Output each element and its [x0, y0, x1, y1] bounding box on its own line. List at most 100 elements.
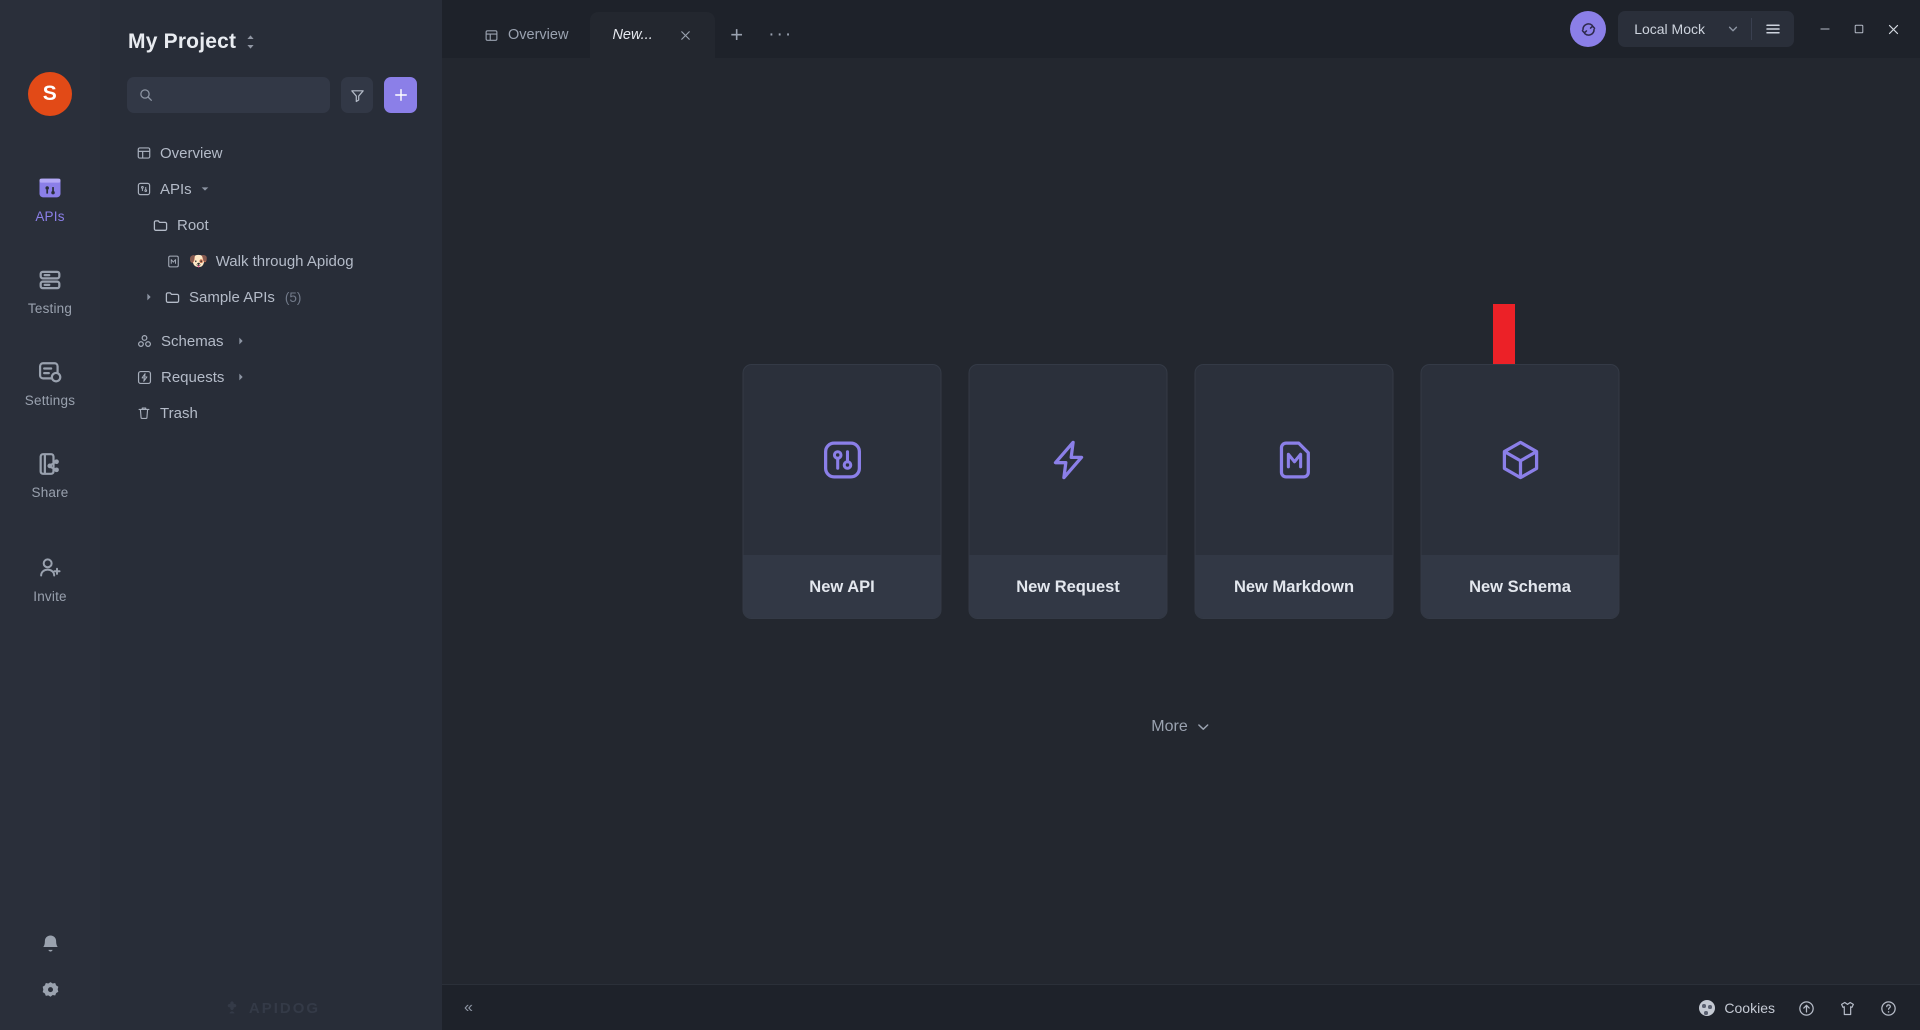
lightning-icon — [1045, 437, 1091, 483]
content-area: New API New Request New Markdown New Sch… — [442, 58, 1920, 984]
collapse-sidebar-button[interactable]: « — [464, 999, 473, 1017]
tree-item-count: (5) — [284, 289, 302, 305]
rail-item-label: Settings — [24, 393, 76, 408]
dog-emoji: 🐶 — [189, 253, 208, 270]
help-circle-icon[interactable] — [1879, 999, 1898, 1018]
apidog-watermark-label: APIDOG — [248, 999, 321, 1017]
tree-item-apis[interactable]: APIs — [114, 171, 420, 207]
hamburger-icon — [1764, 20, 1782, 38]
window-close-button[interactable] — [1878, 14, 1908, 44]
avatar[interactable]: S — [28, 72, 72, 116]
new-tab-button[interactable]: + — [715, 12, 759, 58]
more-button[interactable]: More — [1151, 718, 1210, 736]
bell-icon[interactable] — [38, 932, 63, 957]
status-right-group: Cookies — [1699, 985, 1898, 1030]
refresh-icon — [1579, 20, 1598, 39]
plus-icon — [392, 86, 410, 104]
tab-new[interactable]: New... — [590, 12, 715, 58]
main-area: Overview New... + ··· Local Mock New API… — [442, 0, 1920, 1030]
settings-icon — [36, 358, 64, 386]
schemas-icon — [136, 333, 153, 350]
search-row — [100, 54, 442, 113]
rail-item-label: Invite — [33, 589, 67, 604]
chevron-down-icon[interactable] — [200, 184, 210, 194]
shirt-icon[interactable] — [1838, 999, 1857, 1018]
window-maximize-button[interactable] — [1844, 14, 1874, 44]
cookies-label: Cookies — [1724, 1000, 1775, 1016]
card-new-schema[interactable]: New Schema — [1420, 364, 1620, 619]
rail-item-label: Share — [31, 485, 69, 500]
rail-item-settings[interactable]: Settings — [0, 348, 100, 414]
environment-dropdown[interactable]: Local Mock — [1618, 21, 1751, 37]
search-input[interactable] — [161, 87, 319, 103]
chevron-right-icon[interactable] — [236, 372, 246, 382]
tab-bar: Overview New... + ··· Local Mock — [442, 0, 1920, 58]
refresh-button[interactable] — [1570, 11, 1607, 47]
rail-item-label: APIs — [35, 209, 65, 224]
filter-button[interactable] — [340, 77, 374, 113]
apidog-watermark: APIDOG — [100, 986, 442, 1030]
requests-icon — [136, 369, 153, 386]
tree-item-overview[interactable]: Overview — [114, 135, 420, 171]
left-rail: S APIs Testing Settings Share Invite — [0, 0, 100, 1030]
apis-icon — [36, 174, 64, 202]
tree-item-label: Sample APIs — [189, 288, 275, 306]
tree-item-label: Trash — [160, 404, 198, 422]
card-new-request[interactable]: New Request — [968, 364, 1168, 619]
tab-overflow-button[interactable]: ··· — [759, 12, 803, 58]
folder-icon — [164, 289, 181, 306]
tree-item-label: Schemas — [161, 332, 224, 350]
share-icon — [36, 450, 64, 478]
search-icon — [138, 87, 154, 103]
search-box[interactable] — [127, 77, 330, 113]
rail-item-testing[interactable]: Testing — [0, 256, 100, 322]
more-label: More — [1151, 718, 1188, 735]
card-label: New Schema — [1421, 555, 1619, 618]
chevron-down-icon — [1727, 23, 1739, 35]
tree-item-label: Walk through Apidog — [215, 252, 354, 270]
tree-item-label: Requests — [161, 368, 225, 386]
gear-icon[interactable] — [38, 979, 63, 1004]
add-button[interactable] — [384, 77, 417, 113]
card-label: New API — [743, 555, 941, 618]
close-icon[interactable] — [678, 28, 693, 43]
cookies-button[interactable]: Cookies — [1699, 1000, 1775, 1016]
tab-label: Overview — [508, 27, 569, 43]
card-new-api[interactable]: New API — [742, 364, 942, 619]
card-label: New Request — [969, 555, 1167, 618]
new-api-icon — [819, 437, 865, 483]
tree-item-root[interactable]: Root — [114, 207, 420, 243]
rail-items: APIs Testing Settings Share Invite — [0, 164, 100, 636]
tree-item-requests[interactable]: Requests — [114, 359, 420, 395]
tree-item-trash[interactable]: Trash — [114, 395, 420, 431]
rail-item-apis[interactable]: APIs — [0, 164, 100, 230]
tree-item-label: Overview — [160, 144, 223, 162]
new-item-cards: New API New Request New Markdown New Sch… — [742, 364, 1620, 619]
window-minimize-button[interactable] — [1810, 14, 1840, 44]
chevron-right-icon[interactable] — [144, 292, 154, 302]
tree-item-schemas[interactable]: Schemas — [114, 323, 420, 359]
trash-icon — [136, 405, 152, 421]
markdown-m-icon — [1271, 437, 1317, 483]
card-new-markdown[interactable]: New Markdown — [1194, 364, 1394, 619]
cube-icon — [1497, 437, 1543, 483]
tab-overview[interactable]: Overview — [462, 12, 590, 58]
testing-icon — [36, 266, 64, 294]
cookie-icon — [1699, 1000, 1716, 1016]
filter-icon — [349, 87, 366, 104]
upload-circle-icon[interactable] — [1797, 999, 1816, 1018]
rail-item-invite[interactable]: Invite — [0, 544, 100, 610]
apis-small-icon — [136, 181, 152, 197]
overview-icon — [136, 145, 152, 161]
tree-item-walk-through-apidog[interactable]: 🐶 Walk through Apidog — [114, 243, 420, 279]
tree-item-sample-apis[interactable]: Sample APIs (5) — [114, 279, 420, 315]
project-switcher-icon[interactable] — [245, 34, 256, 50]
rail-item-share[interactable]: Share — [0, 440, 100, 506]
project-title-row[interactable]: My Project — [100, 0, 442, 54]
chevron-right-icon[interactable] — [236, 336, 246, 346]
overview-icon — [484, 28, 499, 43]
environment-label: Local Mock — [1634, 21, 1705, 37]
environment-menu-button[interactable] — [1752, 20, 1794, 38]
tree-item-label: APIs — [160, 180, 192, 198]
window-controls — [1810, 14, 1908, 44]
